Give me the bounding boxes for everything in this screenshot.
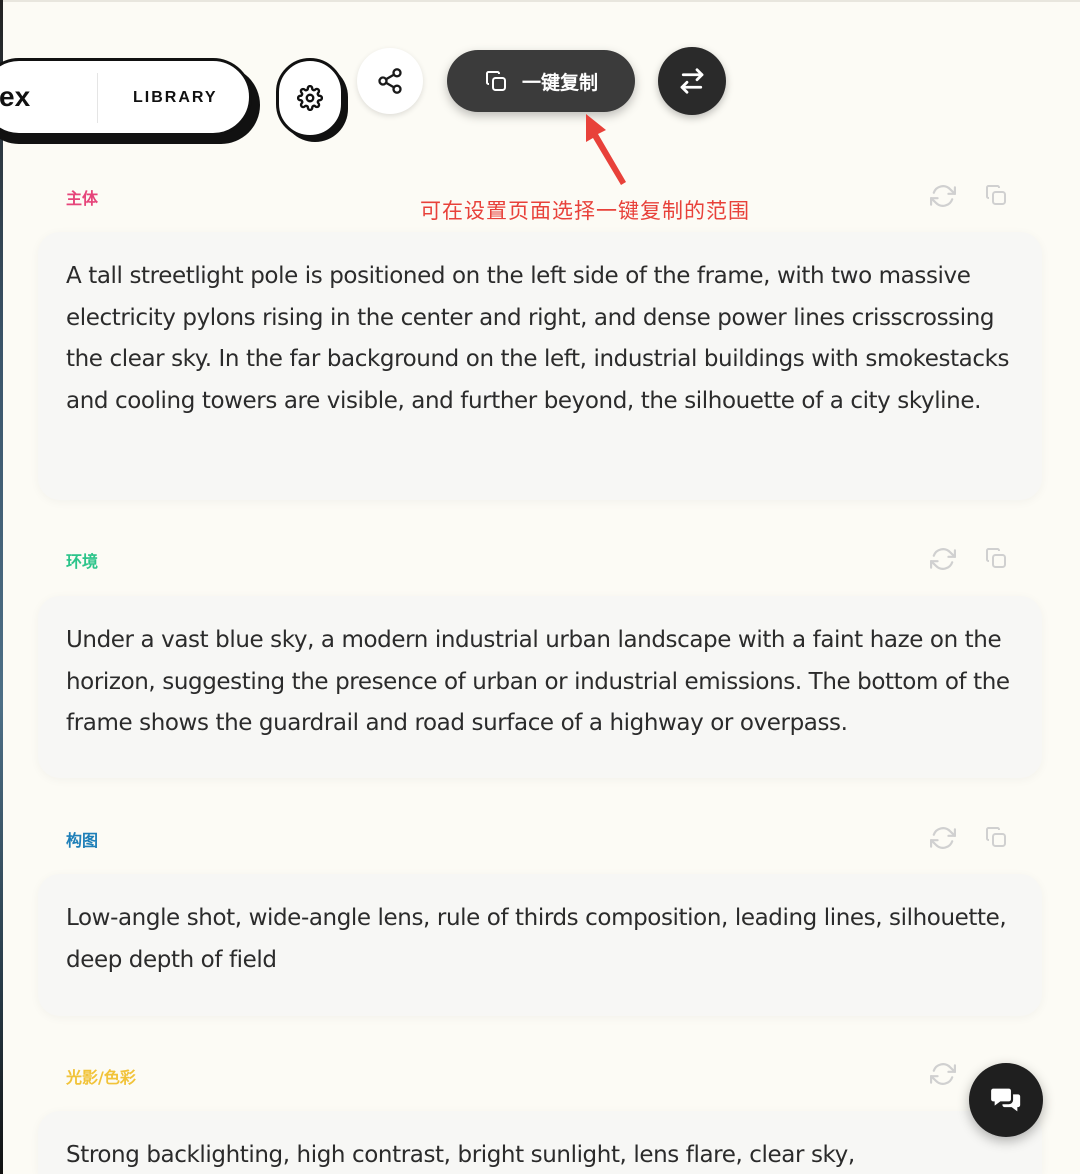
swap-button[interactable]: [658, 47, 726, 115]
nav-divider: [97, 73, 98, 123]
section-actions-subject: [930, 183, 1008, 209]
refresh-icon[interactable]: [930, 1061, 956, 1087]
section-actions-environment: [930, 546, 1008, 572]
swap-icon: [680, 68, 704, 94]
copy-all-button[interactable]: 一键复制: [447, 50, 635, 112]
library-link[interactable]: LIBRARY: [133, 89, 218, 107]
refresh-icon[interactable]: [930, 183, 956, 209]
nav-pill: ex LIBRARY: [0, 58, 252, 136]
section-text-composition: Low-angle shot, wide-angle lens, rule of…: [66, 905, 1007, 973]
share-button[interactable]: [357, 48, 423, 114]
left-image-edge: [0, 0, 3, 1174]
section-label-lighting: 光影/色彩: [66, 1068, 136, 1087]
section-label-composition: 构图: [66, 831, 99, 850]
copy-icon[interactable]: [984, 825, 1008, 849]
chat-button[interactable]: [969, 1063, 1043, 1137]
copy-all-label: 一键复制: [521, 71, 598, 94]
section-card-composition: Low-angle shot, wide-angle lens, rule of…: [38, 874, 1042, 1016]
section-label-subject: 主体: [66, 189, 99, 208]
section-actions-lighting: [930, 1061, 956, 1087]
section-card-lighting: Strong backlighting, high contrast, brig…: [38, 1111, 1042, 1174]
copy-icon: [485, 71, 506, 91]
settings-button[interactable]: [276, 58, 344, 138]
annotation-text: 可在设置页面选择一键复制的范围: [420, 199, 750, 223]
refresh-icon[interactable]: [930, 825, 956, 851]
annotation-arrow: [586, 114, 626, 185]
section-card-subject: A tall streetlight pole is positioned on…: [38, 232, 1042, 500]
section-text-environment: Under a vast blue sky, a modern industri…: [66, 627, 1010, 736]
refresh-icon[interactable]: [930, 546, 956, 572]
section-label-environment: 环境: [66, 552, 99, 571]
section-card-environment: Under a vast blue sky, a modern industri…: [38, 596, 1042, 778]
settings-gear-icon: [297, 85, 323, 111]
chat-icon: [991, 1088, 1021, 1112]
copy-icon[interactable]: [984, 183, 1008, 207]
section-text-subject: A tall streetlight pole is positioned on…: [66, 263, 1010, 414]
section-text-lighting: Strong backlighting, high contrast, brig…: [66, 1142, 855, 1168]
copy-icon[interactable]: [984, 546, 1008, 570]
share-icon: [378, 68, 402, 94]
top-border: [0, 0, 1080, 2]
section-actions-composition: [930, 825, 1008, 851]
brand-logo-text[interactable]: ex: [0, 81, 30, 113]
